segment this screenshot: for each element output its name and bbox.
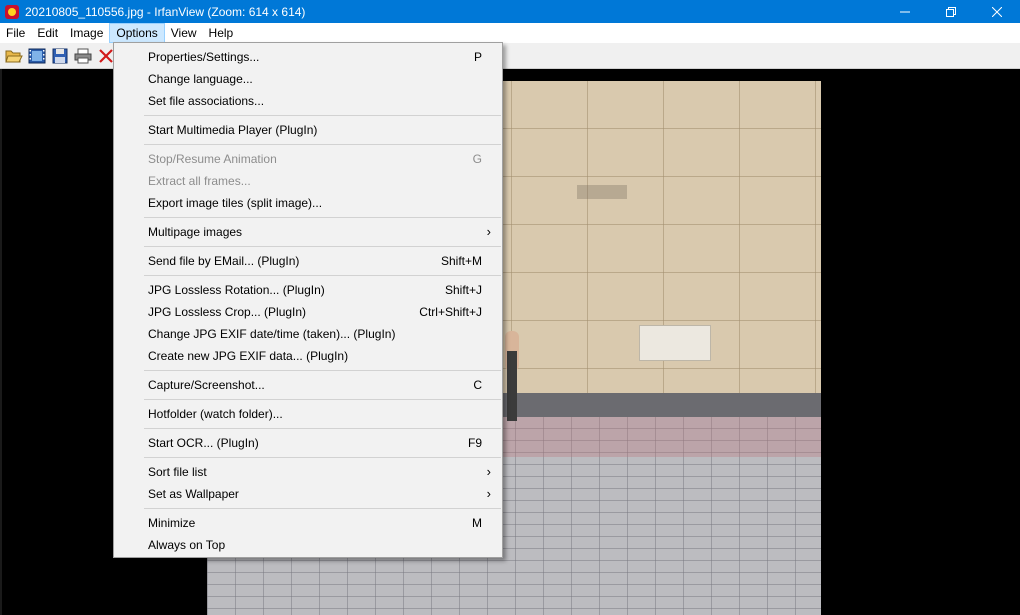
open-button[interactable] [2,45,25,67]
menu-bar: File Edit Image Options View Help [0,23,1020,43]
restore-icon [946,6,956,17]
menu-item-hotfolder-watch-folder[interactable]: Hotfolder (watch folder)... [114,403,502,425]
menu-item-sort-file-list[interactable]: Sort file list › [114,461,502,483]
menu-file[interactable]: File [0,23,31,43]
window-title: 20210805_110556.jpg - IrfanView (Zoom: 6… [25,4,306,19]
menu-item-start-multimedia-player-plugin[interactable]: Start Multimedia Player (PlugIn) [114,119,502,141]
menu-item-label: JPG Lossless Rotation... (PlugIn) [148,283,325,297]
options-menu-dropdown: Properties/Settings... P Change language..… [113,42,503,558]
menu-item-jpg-lossless-crop-plugin[interactable]: JPG Lossless Crop... (PlugIn) Ctrl+Shift+… [114,301,502,323]
menu-separator [144,428,501,429]
menu-item-start-ocr-plugin[interactable]: Start OCR... (PlugIn) F9 [114,432,502,454]
close-button[interactable] [974,0,1020,23]
menu-view[interactable]: View [165,23,203,43]
menu-separator [144,457,501,458]
delete-icon [98,48,113,63]
menu-item-label: Change language... [148,72,253,86]
menu-separator [144,275,501,276]
menu-item-label: Always on Top [148,538,226,552]
menu-item-minimize[interactable]: Minimize M [114,512,502,534]
menu-separator [144,508,501,509]
menu-item-export-image-tiles-split-image[interactable]: Export image tiles (split image)... [114,192,502,214]
menu-item-change-jpg-exif-date-time-taken-plugin[interactable]: Change JPG EXIF date/time (taken)... (Pl… [114,323,502,345]
menu-separator [144,144,501,145]
menu-item-shortcut: Shift+M [440,254,482,268]
menu-item-label: Sort file list [148,465,207,479]
menu-item-label: Minimize [148,516,196,530]
save-button[interactable] [48,45,71,67]
menu-separator [144,370,501,371]
save-icon [52,48,67,63]
menu-item-label: Extract all frames... [148,174,251,188]
menu-separator [144,217,501,218]
minimize-icon [900,11,910,12]
menu-image[interactable]: Image [64,23,109,43]
menu-item-set-file-associations[interactable]: Set file associations... [114,90,502,112]
menu-item-stop-resume-animation: Stop/Resume Animation G [114,148,502,170]
menu-item-change-language[interactable]: Change language... [114,68,502,90]
menu-item-label: Start Multimedia Player (PlugIn) [148,123,318,137]
title-bar[interactable]: 20210805_110556.jpg - IrfanView (Zoom: 6… [0,0,1020,23]
menu-item-multipage-images[interactable]: Multipage images › [114,221,502,243]
menu-item-create-new-jpg-exif-data-plugin[interactable]: Create new JPG EXIF data... (PlugIn) [114,345,502,367]
menu-item-label: Set file associations... [148,94,265,108]
menu-item-label: Send file by EMail... (PlugIn) [148,254,300,268]
menu-edit[interactable]: Edit [31,23,64,43]
menu-item-set-as-wallpaper[interactable]: Set as Wallpaper › [114,483,502,505]
submenu-arrow-icon: › [486,464,491,479]
menu-item-shortcut: M [472,516,482,530]
print-icon [74,48,91,63]
menu-item-properties-settings[interactable]: Properties/Settings... P [114,46,502,68]
menu-item-label: Export image tiles (split image)... [148,196,323,210]
submenu-arrow-icon: › [486,486,491,501]
menu-item-label: Multipage images [148,225,243,239]
menu-help[interactable]: Help [203,23,240,43]
menu-options[interactable]: Options [109,23,165,43]
menu-item-extract-all-frames: Extract all frames... [114,170,502,192]
maximize-button[interactable] [928,0,974,23]
menu-item-shortcut: C [473,378,482,392]
minimize-button[interactable] [882,0,928,23]
menu-item-shortcut: P [473,50,482,64]
menu-separator [144,115,501,116]
close-icon [992,6,1002,17]
menu-item-shortcut: G [472,152,482,166]
menu-separator [144,399,501,400]
menu-item-label: Stop/Resume Animation [148,152,277,166]
menu-item-shortcut: Ctrl+Shift+J [419,305,482,319]
menu-item-label: Set as Wallpaper [148,487,239,501]
menu-item-label: Capture/Screenshot... [148,378,265,392]
menu-item-jpg-lossless-rotation-plugin[interactable]: JPG Lossless Rotation... (PlugIn) Shift+J [114,279,502,301]
menu-item-label: Properties/Settings... [148,50,260,64]
menu-item-label: Hotfolder (watch folder)... [148,407,283,421]
filmstrip-icon [28,48,45,63]
open-folder-icon [4,50,23,62]
print-button[interactable] [71,45,94,67]
menu-item-shortcut: Shift+J [444,283,482,297]
menu-item-shortcut: F9 [467,436,482,450]
submenu-arrow-icon: › [486,224,491,239]
menu-item-label: Start OCR... (PlugIn) [148,436,259,450]
menu-item-label: Change JPG EXIF date/time (taken)... (Pl… [148,327,396,341]
menu-item-label: Create new JPG EXIF data... (PlugIn) [148,349,349,363]
irfanview-app-icon[interactable] [4,4,20,20]
menu-item-label: JPG Lossless Crop... (PlugIn) [148,305,307,319]
menu-item-send-file-by-email-plugin[interactable]: Send file by EMail... (PlugIn) Shift+M [114,250,502,272]
menu-item-always-on-top[interactable]: Always on Top [114,534,502,556]
menu-separator [144,246,501,247]
slideshow-button[interactable] [25,45,48,67]
menu-item-capture-screenshot[interactable]: Capture/Screenshot... C [114,374,502,396]
